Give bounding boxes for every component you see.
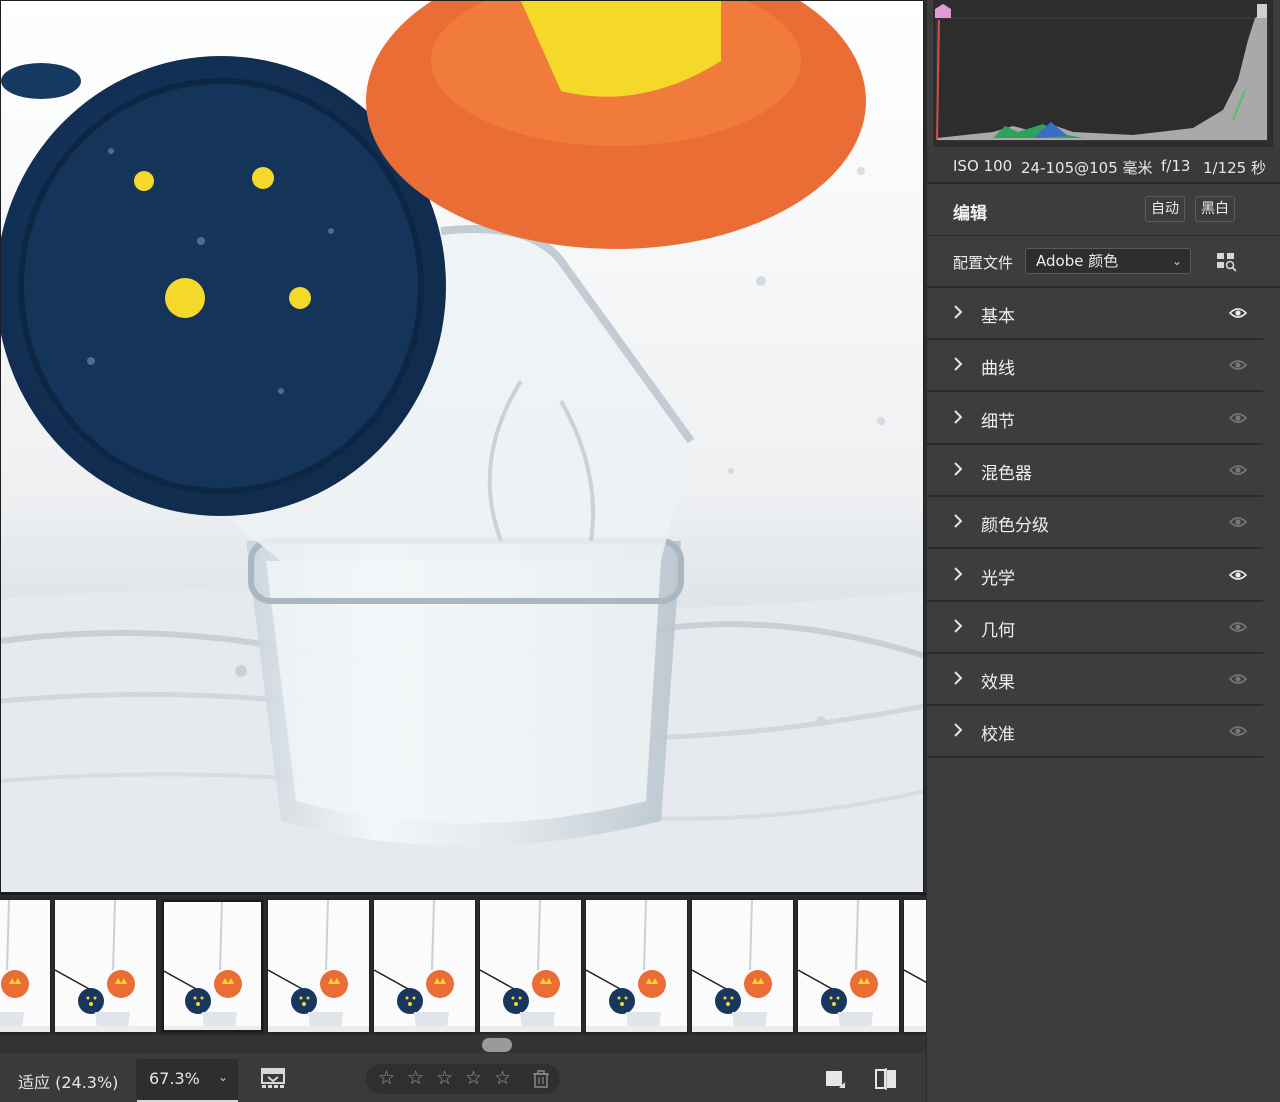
profile-select[interactable]: Adobe 颜色 ⌄ [1025, 248, 1191, 274]
chevron-right-icon[interactable] [953, 409, 963, 424]
thumbnail-image [374, 900, 475, 1032]
chevron-down-icon: ⌄ [1171, 254, 1182, 268]
eye-icon[interactable] [1229, 307, 1247, 319]
filmstrip-thumbnail[interactable] [267, 899, 370, 1033]
profile-browser-icon[interactable] [1216, 252, 1238, 272]
section-label: 基本 [981, 307, 1015, 327]
image-viewer: 适应 (24.3%) 67.3% ⌄ ☆ ☆ ☆ ☆ ☆ [0, 0, 926, 1102]
panel-section[interactable]: 颜色分级 [927, 497, 1263, 550]
chevron-right-icon[interactable] [953, 671, 963, 685]
chevron-right-icon[interactable] [953, 305, 963, 319]
filmstrip-thumbnail[interactable] [373, 899, 476, 1033]
filmstrip-thumbnail[interactable] [797, 899, 900, 1033]
chevron-right-icon[interactable] [953, 357, 963, 372]
chevron-right-icon[interactable] [953, 619, 963, 633]
filmstrip-scroll-handle[interactable] [482, 1038, 512, 1052]
eye-icon[interactable] [1229, 516, 1247, 528]
eye-icon[interactable] [1229, 359, 1247, 371]
filmstrip-thumbnail[interactable] [479, 899, 582, 1033]
filmstrip-thumbnail[interactable] [0, 899, 51, 1033]
overlay-toggle-icon[interactable] [825, 1070, 845, 1088]
panel-section[interactable]: 几何 [927, 602, 1263, 654]
chevron-right-icon[interactable] [953, 514, 963, 528]
auto-button[interactable]: 自动 [1145, 196, 1185, 222]
thumbnail-image [162, 900, 263, 1032]
section-label: 细节 [981, 411, 1015, 432]
edit-panel: ISO 100 24-105@105 毫米 f/13 1/125 秒 编辑 自动… [926, 0, 1280, 1102]
star-rating: ☆ ☆ ☆ ☆ ☆ [366, 1064, 560, 1094]
panel-section[interactable]: 细节 [927, 393, 1263, 445]
eye-icon[interactable] [1229, 621, 1247, 633]
filmstrip-thumbnail[interactable] [903, 899, 926, 1033]
panel-section[interactable]: 效果 [927, 654, 1263, 707]
histogram [933, 0, 1273, 147]
chevron-down-icon[interactable]: ⌄ [218, 1070, 228, 1084]
section-label: 几何 [981, 620, 1015, 641]
chevron-right-icon[interactable] [953, 462, 963, 476]
profile-label: 配置文件 [953, 254, 1014, 272]
star-icon-2[interactable]: ☆ [407, 1068, 424, 1088]
chevron-right-icon[interactable] [953, 723, 963, 738]
filmstrip-thumbnail[interactable] [161, 899, 264, 1033]
edit-title: 编辑 [953, 204, 987, 224]
section-label: 曲线 [981, 359, 1015, 380]
panel-section[interactable]: 光学 [927, 550, 1263, 602]
main-photo[interactable] [0, 0, 924, 893]
edit-header: 编辑 自动 黑白 [927, 184, 1280, 236]
profile-select-value: Adobe 颜色 [1036, 252, 1119, 270]
thumbnail-image [586, 900, 687, 1032]
section-label: 校准 [981, 725, 1015, 746]
eye-icon[interactable] [1229, 412, 1247, 424]
star-icon-3[interactable]: ☆ [436, 1068, 453, 1088]
star-icon-1[interactable]: ☆ [378, 1068, 395, 1088]
eye-icon[interactable] [1229, 569, 1247, 581]
section-label: 光学 [981, 568, 1015, 589]
panel-section[interactable]: 曲线 [927, 340, 1263, 393]
trash-icon[interactable] [532, 1070, 550, 1088]
thumbnail-image [268, 900, 369, 1032]
compare-view-icon[interactable] [874, 1068, 898, 1090]
panel-section[interactable]: 基本 [927, 288, 1263, 340]
panel-section[interactable]: 混色器 [927, 445, 1263, 497]
thumbnail-image [692, 900, 793, 1032]
eye-icon[interactable] [1229, 673, 1247, 685]
thumbnail-image [55, 900, 156, 1032]
zoom-fit-button[interactable]: 适应 (24.3%) [18, 1069, 118, 1093]
star-icon-4[interactable]: ☆ [465, 1068, 482, 1088]
filmstrip-scrollbar[interactable] [0, 1035, 926, 1053]
thumbnail-image [798, 900, 899, 1032]
chevron-right-icon[interactable] [953, 566, 963, 581]
panel-section[interactable]: 校准 [927, 706, 1263, 759]
bottom-toolbar: 适应 (24.3%) 67.3% ⌄ ☆ ☆ ☆ ☆ ☆ [0, 1053, 926, 1102]
zoom-level-value: 67.3% [149, 1069, 200, 1088]
thumbnail-image [904, 900, 926, 1032]
exif-shutter: 1/125 秒 [1203, 159, 1266, 177]
exif-aperture: f/13 [1161, 157, 1191, 175]
exif-info-bar: ISO 100 24-105@105 毫米 f/13 1/125 秒 [927, 147, 1280, 184]
filmstrip [0, 893, 926, 1035]
filmstrip-thumbnail[interactable] [54, 899, 157, 1033]
profile-row: 配置文件 Adobe 颜色 ⌄ [927, 236, 1280, 288]
filmstrip-thumbnail[interactable] [691, 899, 794, 1033]
section-label: 混色器 [981, 463, 1032, 484]
eye-icon[interactable] [1229, 464, 1247, 476]
thumbnail-image [480, 900, 581, 1032]
photo-image [1, 1, 923, 892]
exif-iso: ISO 100 [953, 157, 1013, 175]
thumbnail-image [0, 900, 50, 1032]
black-white-button[interactable]: 黑白 [1195, 196, 1235, 222]
filmstrip-thumbnail[interactable] [585, 899, 688, 1033]
section-label: 效果 [981, 673, 1015, 694]
star-icon-5[interactable]: ☆ [494, 1068, 511, 1088]
filmstrip-toggle-icon[interactable] [260, 1067, 288, 1089]
section-label: 颜色分级 [981, 516, 1049, 537]
exif-lens: 24-105@105 毫米 [1021, 159, 1153, 177]
eye-icon[interactable] [1229, 725, 1247, 737]
